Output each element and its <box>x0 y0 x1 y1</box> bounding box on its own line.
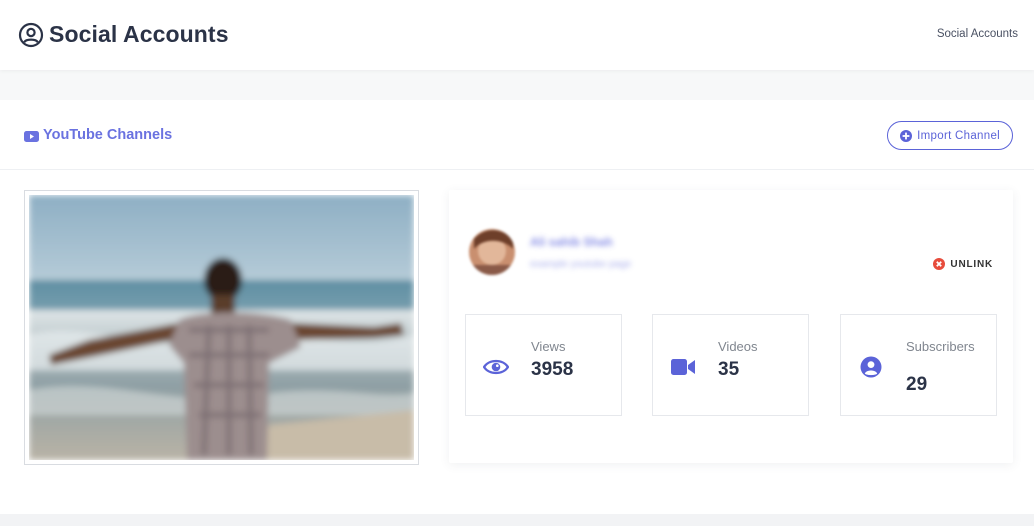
channel-avatar[interactable] <box>469 229 515 275</box>
page-title-text: Social Accounts <box>49 21 229 47</box>
videos-label: Videos <box>718 339 758 354</box>
subscribers-value: 29 <box>906 374 928 395</box>
subscribers-user-icon <box>858 356 884 378</box>
subscribers-label: Subscribers <box>906 339 975 354</box>
views-stat: Views 3958 <box>465 314 622 416</box>
subscribers-stat: Subscribers 29 <box>840 314 997 416</box>
eye-icon <box>482 356 510 378</box>
youtube-channels-card: YouTube Channels Import Channel Ali sahi… <box>0 100 1034 514</box>
unlink-button[interactable]: UNLINK <box>933 258 993 270</box>
channel-thumbnail <box>24 190 419 465</box>
unlink-label: UNLINK <box>950 258 993 270</box>
video-camera-icon <box>670 356 696 378</box>
section-title: YouTube Channels <box>24 127 172 143</box>
x-circle-icon <box>933 258 946 270</box>
views-label: Views <box>531 339 566 354</box>
top-bar: Social Accounts Social Accounts <box>0 0 1034 70</box>
channel-subtitle: example youtube page <box>530 259 632 270</box>
footer-strip <box>0 514 1034 526</box>
videos-stat: Videos 35 <box>652 314 809 416</box>
views-value: 3958 <box>531 359 574 380</box>
plus-circle-icon <box>900 129 913 142</box>
user-circle-icon <box>18 22 44 48</box>
card-header: YouTube Channels Import Channel <box>0 100 1034 170</box>
videos-value: 35 <box>718 359 740 380</box>
channel-thumbnail-image <box>29 195 414 460</box>
page-title: Social Accounts <box>18 21 229 48</box>
breadcrumb[interactable]: Social Accounts <box>937 28 1018 40</box>
channel-name[interactable]: Ali sahib Shah <box>530 235 613 249</box>
import-channel-label: Import Channel <box>917 129 1000 142</box>
section-title-text: YouTube Channels <box>43 127 173 143</box>
import-channel-button[interactable]: Import Channel <box>887 121 1013 150</box>
channel-info-panel: Ali sahib Shah example youtube page UNLI… <box>449 190 1013 463</box>
youtube-icon <box>24 130 39 142</box>
